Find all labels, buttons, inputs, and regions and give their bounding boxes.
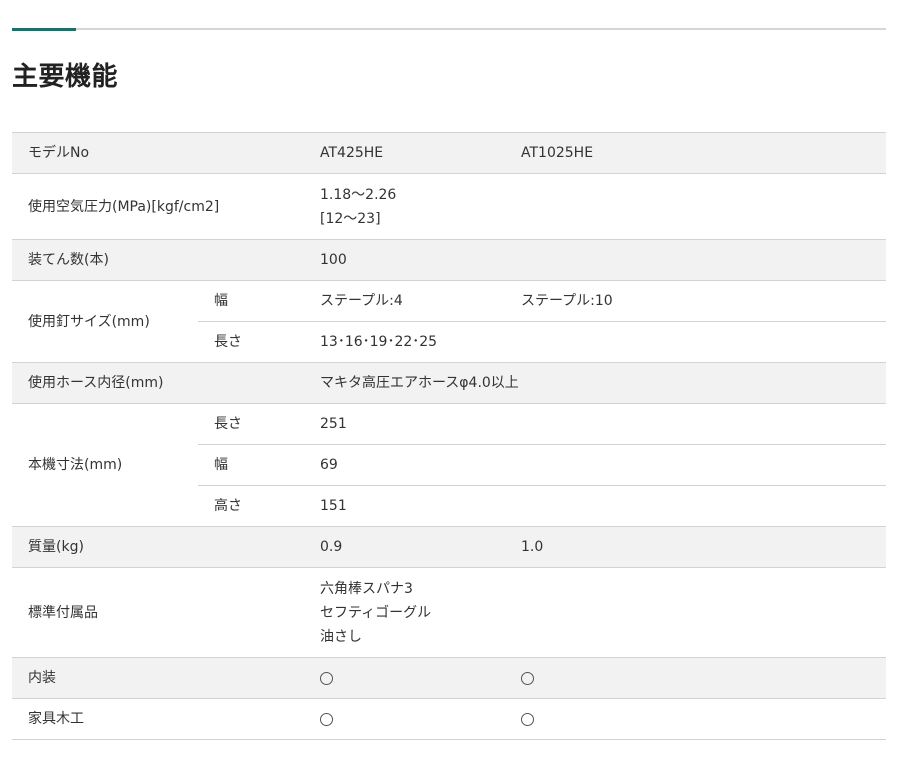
sub-label-dim-width: 幅 [198,444,304,486]
weight-model1: 0.9 [304,526,505,568]
row-label-furniture: 家具木工 [12,698,304,740]
dim-height-value: 151 [304,485,886,527]
table-row-capacity: 装てん数(本) 100 [12,239,886,281]
capacity-value: 100 [304,239,886,281]
hose-value: マキタ高圧エアホースφ4.0以上 [304,362,886,404]
dim-width-value: 69 [304,444,886,486]
model1-name: AT425HE [304,132,505,174]
row-label-capacity: 装てん数(本) [12,239,304,281]
row-label-model: モデルNo [12,132,304,174]
row-label-pressure: 使用空気圧力(MPa)[kgf/cm2] [12,173,304,240]
top-divider [12,28,886,30]
row-label-weight: 質量(kg) [12,526,304,568]
page-title: 主要機能 [12,62,119,92]
sub-label-nail-width: 幅 [198,280,304,322]
row-label-dimensions: 本機寸法(mm) [12,403,198,527]
dim-length-value: 251 [304,403,886,445]
accessory-item: 油さし [320,628,362,645]
row-label-nail-size: 使用釘サイズ(mm) [12,280,198,363]
sub-label-dim-height: 高さ [198,485,304,527]
spec-table: モデルNo AT425HE AT1025HE 使用空気圧力(MPa)[kgf/c… [12,132,886,740]
circle-mark-icon [521,671,534,685]
circle-mark-icon [320,671,333,685]
interior-model2 [505,657,886,699]
table-row-dim-length: 本機寸法(mm) 長さ 251 [12,403,886,527]
furniture-model1 [304,698,505,740]
row-label-hose: 使用ホース内径(mm) [12,362,304,404]
pressure-value-mpa: 1.18〜2.26 [320,186,397,203]
table-row-weight: 質量(kg) 0.9 1.0 [12,526,886,568]
table-row-interior: 内装 [12,657,886,699]
weight-model2: 1.0 [505,526,886,568]
table-row-furniture: 家具木工 [12,698,886,740]
table-row-accessories: 標準付属品 六角棒スパナ3 セフティゴーグル 油さし [12,567,886,658]
pressure-value: 1.18〜2.26 [12〜23] [304,173,886,240]
top-accent-bar [12,28,76,31]
table-row-model: モデルNo AT425HE AT1025HE [12,132,886,174]
accessory-item: セフティゴーグル [320,604,432,621]
circle-mark-icon [521,712,534,726]
sub-label-dim-length: 長さ [198,403,304,445]
accessories-list: 六角棒スパナ3 セフティゴーグル 油さし [304,567,886,658]
table-row-hose: 使用ホース内径(mm) マキタ高圧エアホースφ4.0以上 [12,362,886,404]
nail-width-model1: ステープル:4 [304,280,505,322]
nail-width-model2: ステープル:10 [505,280,886,322]
interior-model1 [304,657,505,699]
pressure-value-kgf: [12〜23] [320,210,381,227]
accessory-item: 六角棒スパナ3 [320,580,413,597]
table-row-nail-width: 使用釘サイズ(mm) 幅 ステープル:4 ステープル:10 [12,280,886,363]
furniture-model2 [505,698,886,740]
model2-name: AT1025HE [505,132,886,174]
table-row-pressure: 使用空気圧力(MPa)[kgf/cm2] 1.18〜2.26 [12〜23] [12,173,886,240]
row-label-interior: 内装 [12,657,304,699]
row-label-accessories: 標準付属品 [12,567,304,658]
circle-mark-icon [320,712,333,726]
sub-label-nail-length: 長さ [198,321,304,363]
nail-length-value: 13･16･19･22･25 [304,321,886,363]
